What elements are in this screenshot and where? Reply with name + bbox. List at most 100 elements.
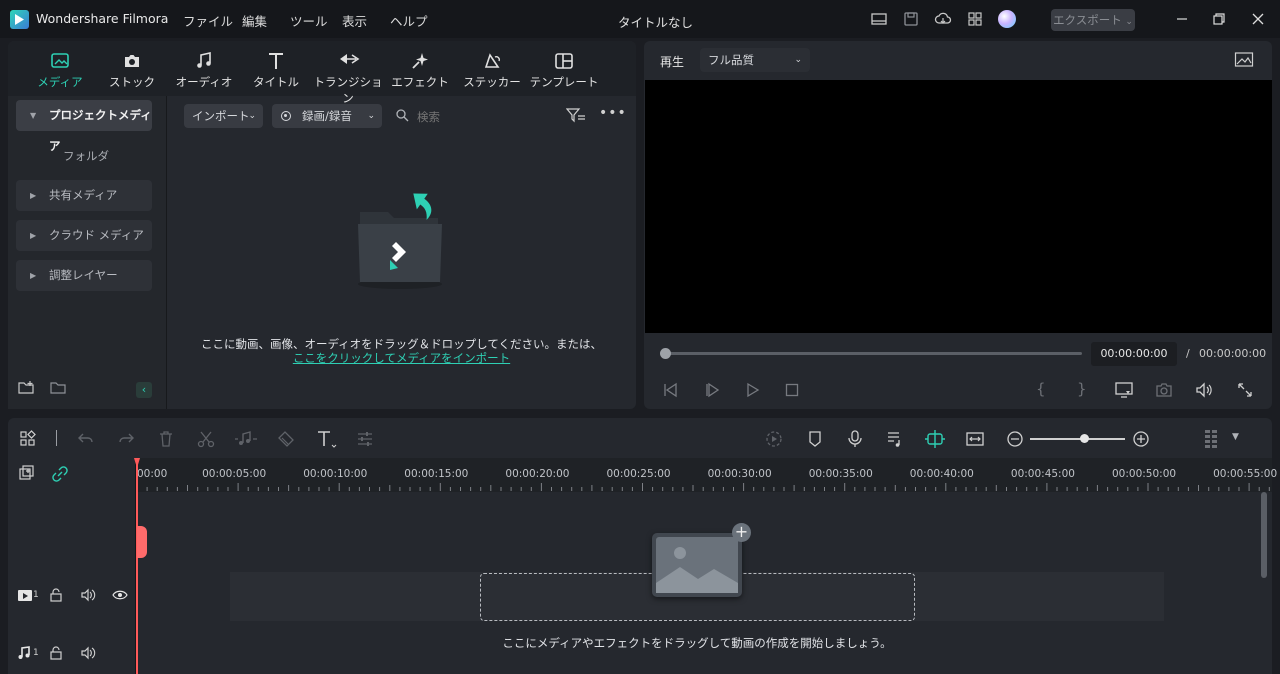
next-frame-icon[interactable] — [703, 381, 721, 402]
track-lock-icon[interactable] — [48, 587, 64, 606]
link-icon[interactable] — [51, 465, 69, 486]
video-track-number: 1 — [33, 590, 39, 600]
more-options-icon[interactable]: ••• — [599, 105, 627, 121]
search-input[interactable] — [415, 105, 569, 129]
tab-audio[interactable]: オーディオ — [169, 41, 239, 96]
sidebar-item-adjustment-layer[interactable]: ▶ 調整レイヤー — [16, 260, 152, 291]
snap-magnet-icon[interactable] — [924, 429, 945, 449]
fit-timeline-icon[interactable] — [965, 429, 985, 449]
text-tool-icon[interactable] — [316, 429, 337, 449]
layout-icon[interactable] — [870, 10, 888, 28]
delete-icon[interactable] — [156, 429, 176, 449]
account-avatar-icon[interactable] — [998, 10, 1016, 28]
track-visibility-icon[interactable] — [112, 587, 128, 606]
zoom-slider[interactable] — [1030, 438, 1125, 440]
timeline-drop-text: ここにメディアやエフェクトをドラッグして動画の作成を開始しましょう。 — [502, 636, 892, 650]
cut-icon[interactable] — [196, 429, 216, 449]
current-time[interactable]: 00:00:00:00 — [1091, 342, 1177, 366]
ruler-tick-label: 00:00:40:00 — [909, 468, 974, 480]
mark-out-icon[interactable]: } — [1077, 380, 1087, 398]
sidebar-item-folder[interactable]: フォルダ — [63, 148, 109, 164]
playhead-grip[interactable] — [137, 526, 147, 558]
save-icon[interactable] — [902, 10, 920, 28]
export-button[interactable]: エクスポート ⌄ — [1051, 9, 1135, 31]
media-placeholder-icon — [652, 533, 742, 597]
tab-template[interactable]: テンプレート — [529, 41, 599, 96]
track-height-icon[interactable] — [1203, 429, 1223, 449]
stop-icon[interactable] — [783, 381, 801, 402]
tab-sticker[interactable]: ステッカー — [457, 41, 527, 96]
import-dropdown[interactable]: インポート ⌄ — [184, 104, 263, 128]
zoom-in-icon[interactable] — [1131, 429, 1151, 449]
volume-icon[interactable] — [1195, 381, 1213, 402]
title-icon — [269, 53, 283, 69]
media-sidebar: ▼ プロジェクトメディア フォルダ ▶ 共有メディア ▶ クラウド メディア ▶… — [8, 96, 167, 409]
sidebar-item-shared-media[interactable]: ▶ 共有メディア — [16, 180, 152, 211]
previous-frame-icon[interactable] — [662, 381, 680, 402]
play-icon[interactable] — [744, 381, 762, 402]
new-folder-icon[interactable] — [18, 380, 36, 399]
playback-slider-handle[interactable] — [660, 348, 671, 359]
audio-edit-icon[interactable] — [234, 429, 257, 449]
folder-icon[interactable] — [50, 380, 68, 399]
add-track-icon[interactable] — [18, 465, 36, 486]
add-media-icon[interactable]: + — [732, 523, 751, 542]
voiceover-list-icon[interactable] — [885, 429, 905, 449]
effect-icon — [412, 53, 428, 69]
chevron-down-icon[interactable]: ▼ — [1232, 432, 1239, 442]
adjust-sliders-icon[interactable] — [355, 429, 375, 449]
display-settings-icon[interactable] — [1114, 381, 1134, 402]
playhead-line[interactable] — [136, 458, 138, 674]
ruler-minor-ticks — [137, 483, 1270, 491]
video-preview-area[interactable] — [645, 80, 1272, 333]
cloud-icon[interactable] — [934, 10, 952, 28]
apps-grid-icon[interactable] — [966, 10, 984, 28]
redo-icon[interactable] — [116, 429, 136, 449]
track-volume-icon[interactable] — [80, 645, 96, 664]
tab-transition[interactable]: トランジション — [313, 41, 383, 105]
tab-media[interactable]: メディア — [25, 41, 95, 96]
chevron-down-icon: ⌄ — [367, 111, 375, 121]
playback-slider[interactable] — [664, 352, 1082, 355]
close-icon[interactable] — [1247, 8, 1269, 30]
fullscreen-icon[interactable] — [1236, 381, 1254, 402]
ruler-tick-label: 00:00:10:00 — [303, 468, 368, 480]
menu-view[interactable]: 表示 — [342, 11, 367, 30]
sidebar-item-project-media[interactable]: ▼ プロジェクトメディア — [16, 100, 152, 153]
audio-icon — [197, 52, 211, 68]
zoom-out-icon[interactable] — [1005, 429, 1025, 449]
microphone-icon[interactable] — [845, 429, 865, 449]
menu-file[interactable]: ファイル — [183, 11, 233, 30]
tab-title[interactable]: タイトル — [241, 41, 311, 96]
preview-play-label: 再生 — [660, 55, 685, 69]
sticker-icon — [484, 53, 500, 68]
render-preview-icon[interactable] — [764, 429, 784, 449]
mark-in-icon[interactable]: { — [1036, 380, 1046, 398]
collapse-sidebar-button[interactable]: ‹ — [136, 382, 152, 398]
menu-edit[interactable]: 編集 — [242, 11, 267, 30]
layout-toggle-icon[interactable] — [18, 429, 38, 449]
camera-snapshot-icon[interactable] — [1155, 381, 1173, 402]
import-media-link[interactable]: ここをクリックしてメディアをインポート — [167, 350, 636, 366]
menu-help[interactable]: ヘルプ — [390, 11, 428, 30]
track-volume-icon[interactable] — [80, 587, 96, 606]
tag-icon[interactable] — [276, 429, 296, 449]
track-headers — [8, 458, 136, 674]
tab-effect[interactable]: エフェクト — [385, 41, 455, 96]
minimize-icon[interactable] — [1171, 8, 1193, 30]
tab-stock[interactable]: ストック — [97, 41, 167, 96]
menu-tools[interactable]: ツール — [290, 11, 328, 30]
sidebar-item-cloud-media[interactable]: ▶ クラウド メディア — [16, 220, 152, 251]
timeline-scrollbar[interactable] — [1261, 492, 1267, 578]
marker-icon[interactable] — [805, 429, 825, 449]
zoom-slider-handle[interactable] — [1080, 434, 1089, 443]
restore-icon[interactable] — [1208, 8, 1230, 30]
snapshot-view-icon[interactable] — [1234, 51, 1254, 72]
record-dropdown[interactable]: 録画/録音 ⌄ — [272, 104, 382, 128]
transition-icon — [340, 54, 360, 64]
track-lock-icon[interactable] — [48, 645, 64, 664]
quality-dropdown[interactable]: フル品質 ⌄ — [700, 48, 810, 72]
filter-icon[interactable] — [565, 107, 586, 126]
undo-icon[interactable] — [76, 429, 96, 449]
caret-right-icon: ▶ — [30, 231, 37, 240]
